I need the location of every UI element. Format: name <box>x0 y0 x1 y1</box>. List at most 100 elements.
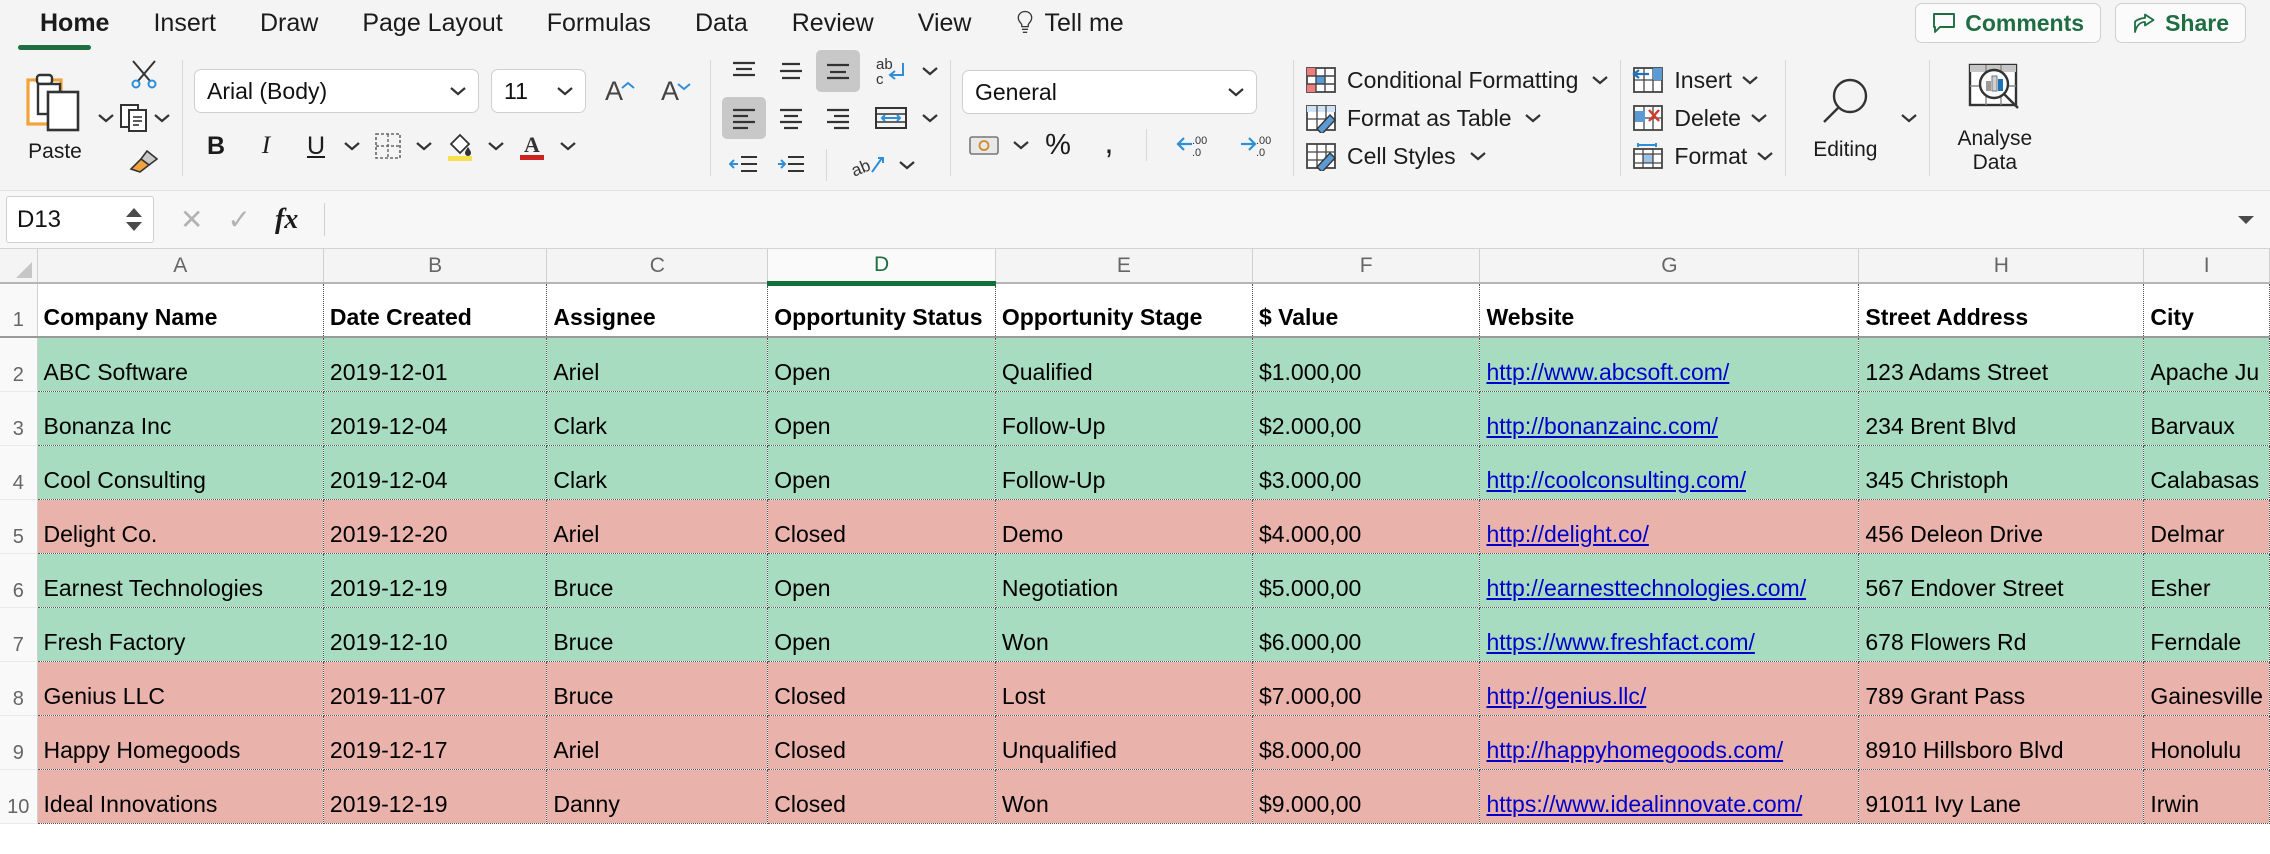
cell-g6[interactable]: http://earnesttechnologies.com/ <box>1479 553 1860 608</box>
increase-indent-button[interactable] <box>769 144 813 186</box>
row-header-4[interactable]: 4 <box>0 445 38 500</box>
cell-a5[interactable]: Delight Co. <box>37 499 324 554</box>
cell-g8[interactable]: http://genius.llc/ <box>1479 661 1860 716</box>
tab-page-layout[interactable]: Page Layout <box>340 0 524 46</box>
bold-button[interactable]: B <box>194 125 238 167</box>
cell-b9[interactable]: 2019-12-17 <box>323 715 548 770</box>
underline-button[interactable]: U <box>294 125 338 167</box>
cell-c10[interactable]: Danny <box>546 769 769 824</box>
font-family-select[interactable]: Arial (Body) <box>194 69 479 113</box>
cell-e5[interactable]: Demo <box>995 499 1253 554</box>
conditional-formatting-button[interactable]: Conditional Formatting <box>1305 65 1609 95</box>
row-header-8[interactable]: 8 <box>0 661 38 716</box>
cell-b10[interactable]: 2019-12-19 <box>323 769 548 824</box>
column-header-f[interactable]: F <box>1252 249 1481 284</box>
cell-g5[interactable]: http://delight.co/ <box>1479 499 1860 554</box>
cell-b8[interactable]: 2019-11-07 <box>323 661 548 716</box>
cell-h5[interactable]: 456 Deleon Drive <box>1858 499 2145 554</box>
cell-a2[interactable]: ABC Software <box>37 337 324 392</box>
accounting-chevron-down-icon[interactable] <box>1013 140 1029 150</box>
row-header-2[interactable]: 2 <box>0 337 38 392</box>
cell-c2[interactable]: Ariel <box>546 337 769 392</box>
align-bottom-button[interactable] <box>816 50 860 92</box>
cell-f9[interactable]: $8.000,00 <box>1252 715 1481 770</box>
cell-e3[interactable]: Follow-Up <box>995 391 1253 446</box>
cell-g1[interactable]: Website <box>1479 283 1860 338</box>
accounting-format-button[interactable] <box>962 124 1006 166</box>
align-top-button[interactable] <box>722 50 766 92</box>
cell-link-g10[interactable]: https://www.idealinnovate.com/ <box>1486 791 1802 817</box>
tab-data[interactable]: Data <box>673 0 770 46</box>
align-center-button[interactable] <box>769 97 813 139</box>
cell-i10[interactable]: Irwin <box>2143 769 2270 824</box>
format-cells-button[interactable]: Format <box>1632 141 1773 171</box>
fill-color-button[interactable] <box>438 125 482 167</box>
cell-h3[interactable]: 234 Brent Blvd <box>1858 391 2145 446</box>
increase-font-size-button[interactable]: A <box>598 70 642 112</box>
cell-i8[interactable]: Gainesville <box>2143 661 2270 716</box>
cell-b6[interactable]: 2019-12-19 <box>323 553 548 608</box>
format-painter-button[interactable] <box>128 141 160 183</box>
cell-g7[interactable]: https://www.freshfact.com/ <box>1479 607 1860 662</box>
cell-d3[interactable]: Open <box>767 391 996 446</box>
cell-link-g5[interactable]: http://delight.co/ <box>1486 521 1648 547</box>
cell-h10[interactable]: 91011 Ivy Lane <box>1858 769 2145 824</box>
cell-link-g7[interactable]: https://www.freshfact.com/ <box>1486 629 1754 655</box>
cell-a7[interactable]: Fresh Factory <box>37 607 324 662</box>
cell-i2[interactable]: Apache Ju <box>2143 337 2270 392</box>
cell-f3[interactable]: $2.000,00 <box>1252 391 1481 446</box>
cell-h8[interactable]: 789 Grant Pass <box>1858 661 2145 716</box>
cell-g2[interactable]: http://www.abcsoft.com/ <box>1479 337 1860 392</box>
cell-f10[interactable]: $9.000,00 <box>1252 769 1481 824</box>
row-header-3[interactable]: 3 <box>0 391 38 446</box>
cell-i3[interactable]: Barvaux <box>2143 391 2270 446</box>
cell-h6[interactable]: 567 Endover Street <box>1858 553 2145 608</box>
cell-link-g6[interactable]: http://earnesttechnologies.com/ <box>1486 575 1806 601</box>
cell-d6[interactable]: Open <box>767 553 996 608</box>
delete-cells-button[interactable]: Delete <box>1632 103 1773 133</box>
cell-d9[interactable]: Closed <box>767 715 996 770</box>
cell-f5[interactable]: $4.000,00 <box>1252 499 1481 554</box>
row-header-1[interactable]: 1 <box>0 283 38 338</box>
column-header-i[interactable]: I <box>2143 249 2270 284</box>
fill-color-chevron-down-icon[interactable] <box>488 141 504 151</box>
cell-h1[interactable]: Street Address <box>1858 283 2145 338</box>
cell-d8[interactable]: Closed <box>767 661 996 716</box>
cell-h9[interactable]: 8910 Hillsboro Blvd <box>1858 715 2145 770</box>
copy-button[interactable] <box>118 97 170 139</box>
borders-button[interactable] <box>366 125 410 167</box>
column-header-c[interactable]: C <box>546 249 769 284</box>
cell-i7[interactable]: Ferndale <box>2143 607 2270 662</box>
row-header-7[interactable]: 7 <box>0 607 38 662</box>
merge-cells-chevron-down-icon[interactable] <box>922 113 938 123</box>
column-header-b[interactable]: B <box>323 249 548 284</box>
cell-e6[interactable]: Negotiation <box>995 553 1253 608</box>
cell-b4[interactable]: 2019-12-04 <box>323 445 548 500</box>
font-color-chevron-down-icon[interactable] <box>560 141 576 151</box>
tell-me-button[interactable]: Tell me <box>993 9 1145 38</box>
format-as-table-button[interactable]: Format as Table <box>1305 103 1608 133</box>
cell-a8[interactable]: Genius LLC <box>37 661 324 716</box>
expand-formula-bar-button[interactable] <box>2236 191 2270 248</box>
insert-function-button[interactable]: fx <box>275 204 298 236</box>
cell-g10[interactable]: https://www.idealinnovate.com/ <box>1479 769 1860 824</box>
cell-g9[interactable]: http://happyhomegoods.com/ <box>1479 715 1860 770</box>
column-header-d[interactable]: D <box>767 249 996 286</box>
cell-d2[interactable]: Open <box>767 337 996 392</box>
increase-decimal-button[interactable]: .00 .0 <box>1225 124 1281 166</box>
cell-f8[interactable]: $7.000,00 <box>1252 661 1481 716</box>
cell-c7[interactable]: Bruce <box>546 607 769 662</box>
row-header-10[interactable]: 10 <box>0 769 38 824</box>
decrease-indent-button[interactable] <box>722 144 766 186</box>
cell-a1[interactable]: Company Name <box>37 283 324 338</box>
merge-cells-button[interactable] <box>863 97 919 139</box>
cell-b7[interactable]: 2019-12-10 <box>323 607 548 662</box>
cell-link-g2[interactable]: http://www.abcsoft.com/ <box>1486 359 1729 385</box>
cell-d7[interactable]: Open <box>767 607 996 662</box>
cell-f4[interactable]: $3.000,00 <box>1252 445 1481 500</box>
cell-d10[interactable]: Closed <box>767 769 996 824</box>
cell-link-g9[interactable]: http://happyhomegoods.com/ <box>1486 737 1783 763</box>
cell-link-g4[interactable]: http://coolconsulting.com/ <box>1486 467 1746 493</box>
cell-g3[interactable]: http://bonanzainc.com/ <box>1479 391 1860 446</box>
insert-cells-button[interactable]: Insert <box>1632 65 1773 95</box>
